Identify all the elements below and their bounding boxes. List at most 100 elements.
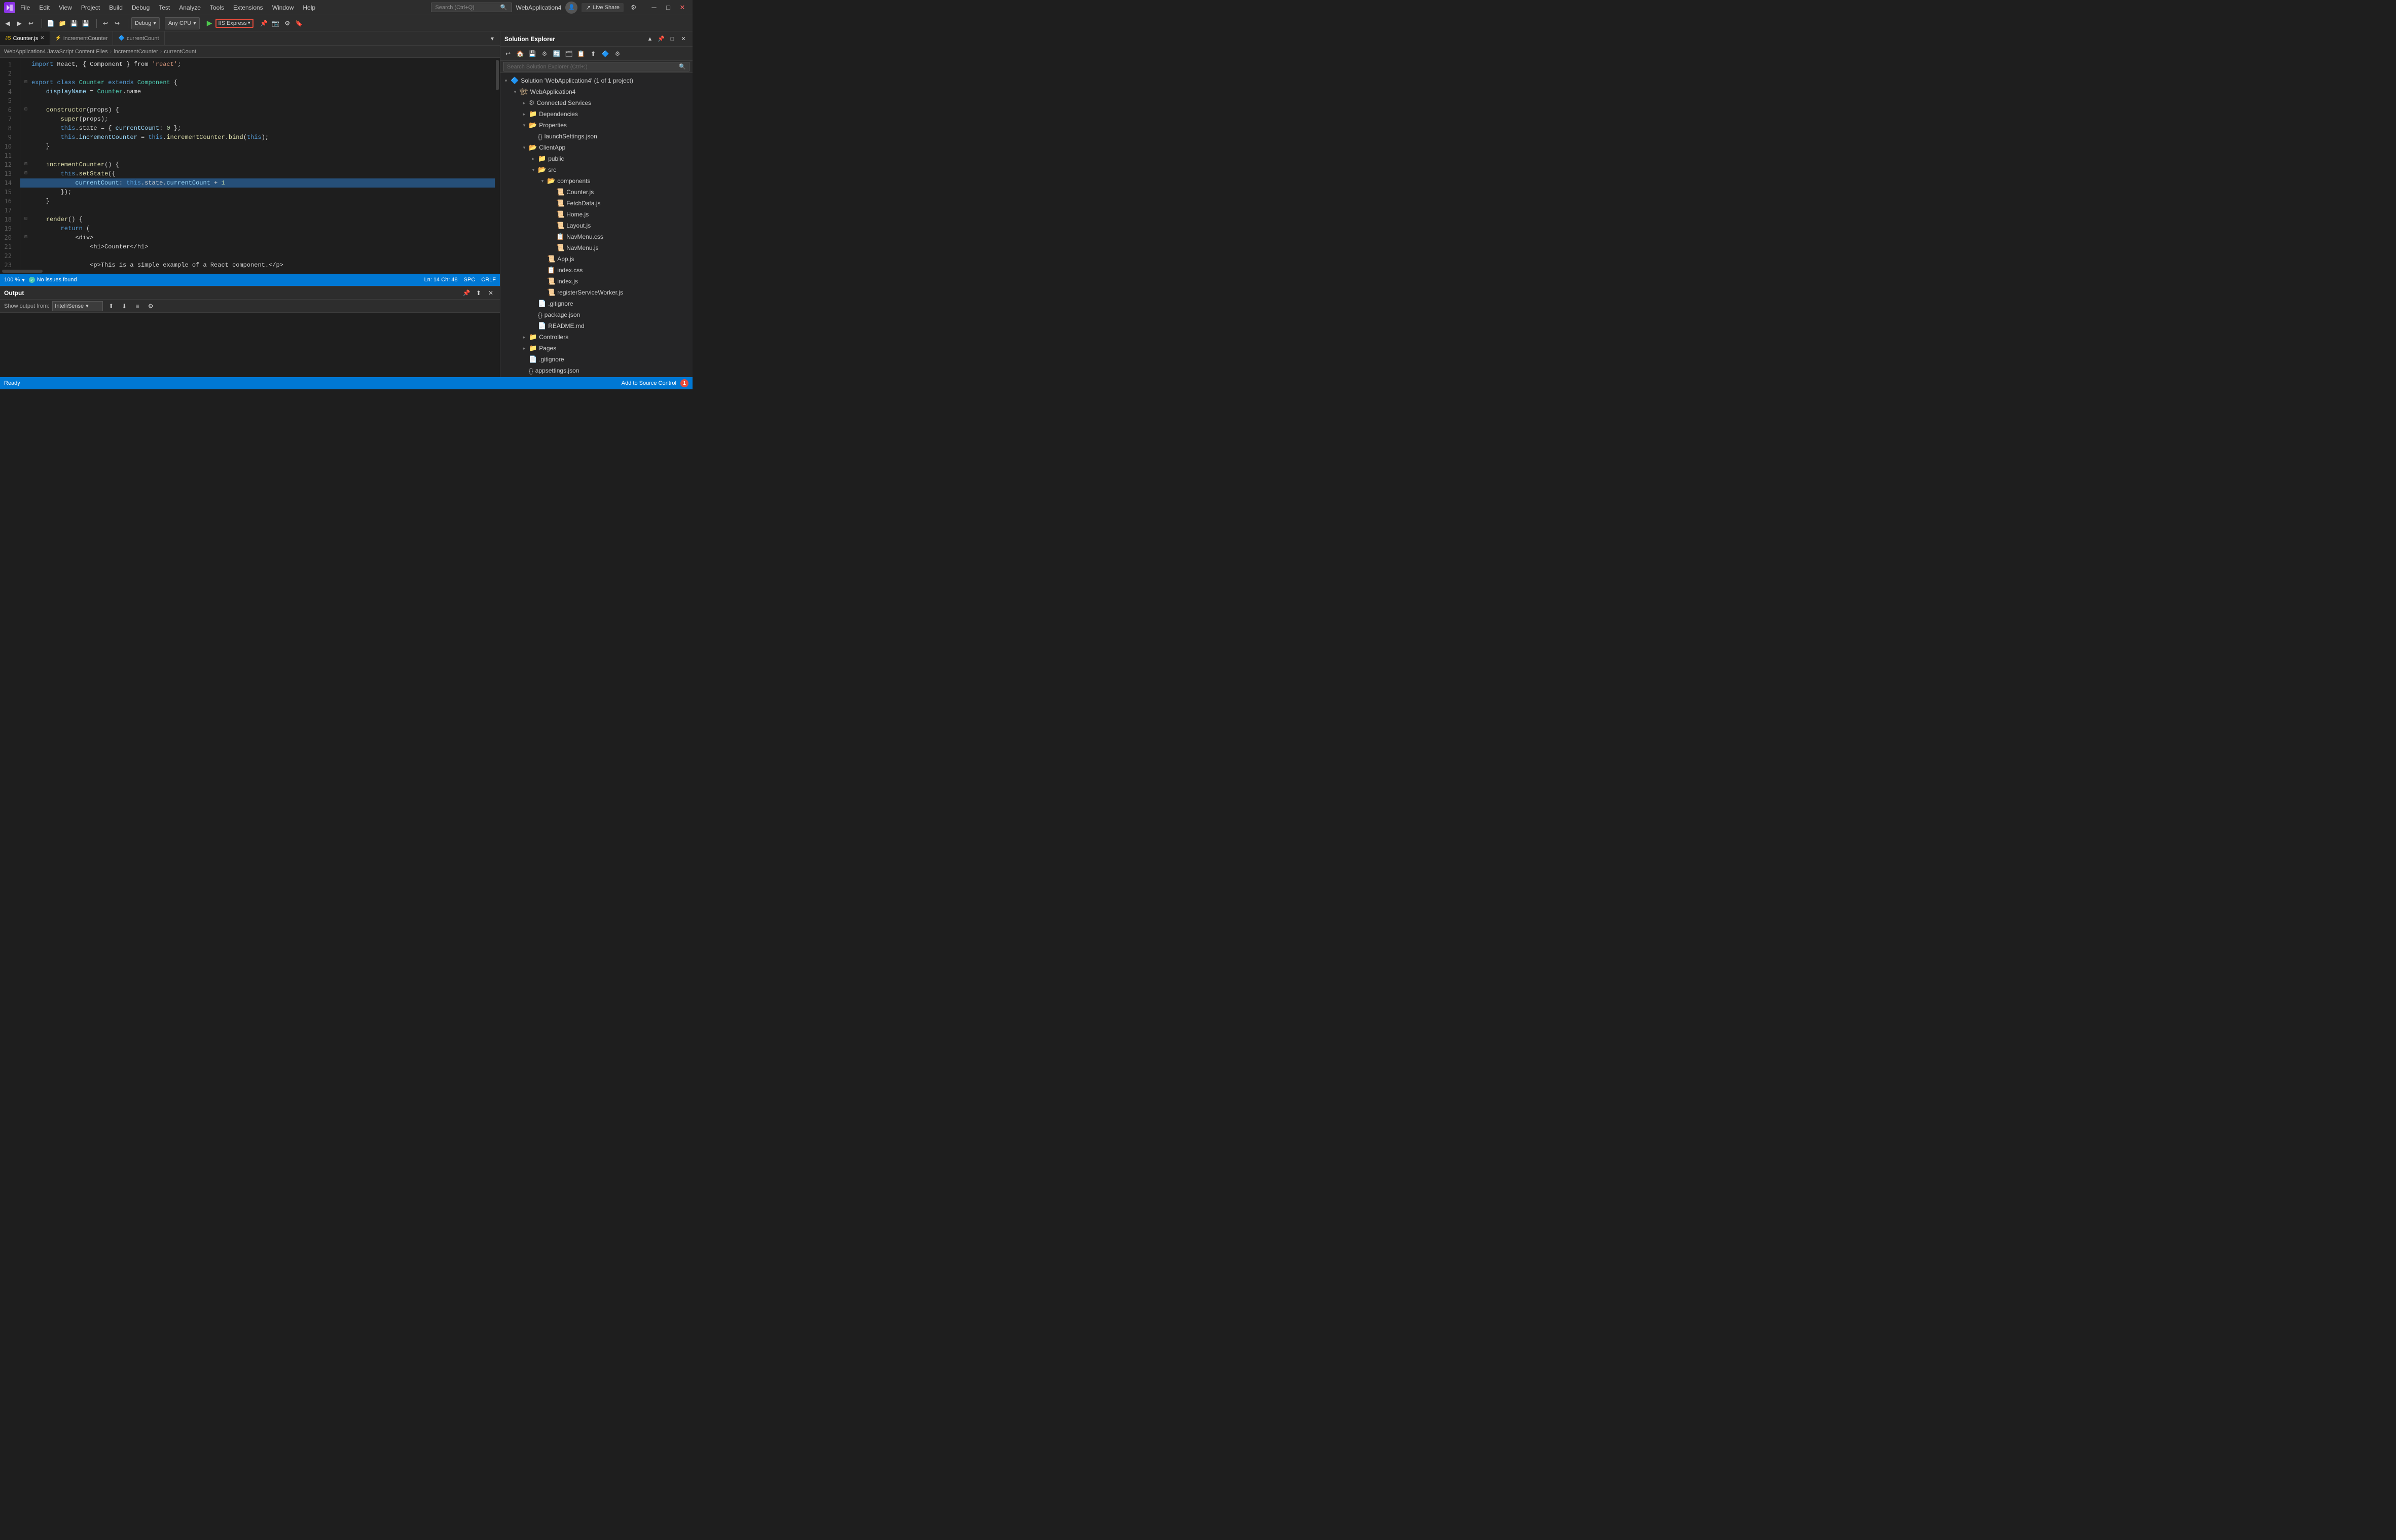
se-pin-button[interactable]: 📌 (656, 34, 666, 44)
tree-expand-icon[interactable]: ▾ (539, 177, 546, 185)
cursor-position[interactable]: Ln: 14 Ch: 48 (424, 277, 458, 283)
tree-expand-icon[interactable] (548, 200, 555, 207)
undo-btn[interactable]: ↩ (100, 18, 111, 29)
settings-icon[interactable]: ⚙ (628, 2, 640, 14)
fold-icon[interactable]: ⊟ (24, 78, 30, 87)
menu-help[interactable]: Help (299, 3, 319, 12)
se-tb-btn7[interactable]: 📋 (575, 48, 587, 59)
back-button[interactable]: ◀ (2, 18, 13, 29)
menu-view[interactable]: View (55, 3, 76, 12)
undo-button[interactable]: ↩ (25, 18, 37, 29)
notifications-icon[interactable]: 1 (680, 379, 688, 387)
tree-item-src[interactable]: ▾📂src (500, 164, 693, 175)
tree-expand-icon[interactable] (548, 233, 555, 240)
output-toolbar-btn1[interactable]: ⬆ (106, 301, 116, 311)
fold-icon[interactable]: ⊟ (24, 160, 30, 169)
tree-item-gitignore[interactable]: 📄.gitignore (500, 354, 693, 365)
screenshot-button[interactable]: 📷 (270, 18, 281, 29)
tree-item-launchsettings[interactable]: {}launchSettings.json (500, 131, 693, 142)
run-button[interactable]: ▶ (205, 18, 214, 28)
tree-expand-icon[interactable]: ▸ (521, 99, 528, 106)
se-maximize-button[interactable]: □ (667, 34, 677, 44)
fold-icon[interactable]: ⊟ (24, 105, 30, 115)
tree-item-registerserviceworker-js[interactable]: 📜registerServiceWorker.js (500, 287, 693, 298)
tree-item-index-css[interactable]: 📋index.css (500, 265, 693, 276)
tree-expand-icon[interactable]: ▾ (521, 144, 528, 151)
output-close-button[interactable]: ✕ (486, 288, 496, 298)
tree-expand-icon[interactable] (539, 278, 546, 285)
save-button[interactable]: 💾 (68, 18, 80, 29)
tree-expand-icon[interactable] (521, 367, 528, 374)
menu-test[interactable]: Test (155, 3, 174, 12)
tree-item-dependencies[interactable]: ▸📁Dependencies (500, 108, 693, 120)
output-source-dropdown[interactable]: IntelliSense ▾ (52, 301, 103, 311)
breadcrumb-item-3[interactable]: currentCount (164, 49, 196, 55)
tab-counter-js[interactable]: JS Counter.js ✕ (0, 31, 50, 46)
tree-expand-icon[interactable] (539, 267, 546, 274)
tree-item-controllers[interactable]: ▸📁Controllers (500, 332, 693, 343)
fold-icon[interactable]: ⊟ (24, 215, 30, 224)
scrollbar-thumb[interactable] (496, 60, 499, 90)
tab-increment-counter[interactable]: ⚡ incrementCounter (50, 31, 114, 46)
forward-button[interactable]: ▶ (14, 18, 25, 29)
tree-item-fetchdata-js[interactable]: 📜FetchData.js (500, 198, 693, 209)
menu-extensions[interactable]: Extensions (229, 3, 267, 12)
se-collapse-button[interactable]: ▲ (645, 34, 655, 44)
tree-expand-icon[interactable] (530, 133, 537, 140)
horizontal-scrollbar-thumb[interactable] (2, 270, 43, 273)
tree-expand-icon[interactable]: ▸ (521, 345, 528, 352)
tree-item-appsettings-json[interactable]: {}appsettings.json (500, 365, 693, 376)
tree-item-public[interactable]: ▸📁public (500, 153, 693, 164)
se-tb-btn1[interactable]: ↩ (502, 48, 514, 59)
tree-expand-icon[interactable] (548, 222, 555, 229)
tree-expand-icon[interactable] (530, 311, 537, 318)
tree-item-clientapp[interactable]: ▾📂ClientApp (500, 142, 693, 153)
se-search-input[interactable]: Search Solution Explorer (Ctrl+;) 🔍 (503, 62, 689, 71)
tree-expand-icon[interactable] (539, 289, 546, 296)
tree-expand-icon[interactable] (548, 189, 555, 196)
minimize-button[interactable]: ─ (648, 2, 660, 14)
tree-expand-icon[interactable]: ▸ (530, 155, 537, 162)
tree-item-navmenu-js[interactable]: 📜NavMenu.js (500, 242, 693, 253)
pin-button[interactable]: 📌 (259, 18, 270, 29)
horizontal-scrollbar[interactable] (0, 269, 500, 274)
se-close-button[interactable]: ✕ (678, 34, 688, 44)
tab-current-count[interactable]: 🔷 currentCount (113, 31, 164, 46)
tree-item-properties[interactable]: ▾📂Properties (500, 120, 693, 131)
menu-tools[interactable]: Tools (206, 3, 228, 12)
maximize-button[interactable]: □ (662, 2, 674, 14)
tree-item-app-js[interactable]: 📜App.js (500, 253, 693, 265)
code-editor[interactable]: import React, { Component } from 'react'… (20, 58, 495, 269)
fold-icon[interactable]: ⊟ (24, 233, 30, 242)
output-toolbar-btn2[interactable]: ⬇ (119, 301, 129, 311)
tree-expand-icon[interactable] (548, 244, 555, 251)
tree-expand-icon[interactable] (530, 322, 537, 329)
tab-close-icon[interactable]: ✕ (40, 35, 44, 41)
tree-expand-icon[interactable]: ▾ (502, 77, 510, 84)
tree-item-index-js[interactable]: 📜index.js (500, 276, 693, 287)
tree-item-package-json[interactable]: {}package.json (500, 309, 693, 320)
output-toolbar-btn4[interactable]: ⚙ (146, 301, 156, 311)
menu-debug[interactable]: Debug (128, 3, 154, 12)
se-tb-btn4[interactable]: ⚙ (539, 48, 550, 59)
bookmark-button[interactable]: 🔖 (294, 18, 305, 29)
tree-expand-icon[interactable]: ▾ (512, 88, 519, 95)
issues-indicator[interactable]: ✓ No issues found (29, 277, 77, 283)
tree-item-project[interactable]: ▾🏗WebApplication4 (500, 86, 693, 97)
tree-expand-icon[interactable]: ▾ (530, 166, 537, 173)
tree-item-home-js[interactable]: 📜Home.js (500, 209, 693, 220)
tree-item-components[interactable]: ▾📂components (500, 175, 693, 187)
se-tb-btn9[interactable]: 🔷 (600, 48, 611, 59)
output-pin-button[interactable]: 📌 (461, 288, 471, 298)
tree-item-pages[interactable]: ▸📁Pages (500, 343, 693, 354)
se-tb-btn6[interactable]: 🗂 (563, 48, 574, 59)
menu-file[interactable]: File (16, 3, 34, 12)
close-button[interactable]: ✕ (676, 2, 688, 14)
menu-window[interactable]: Window (268, 3, 298, 12)
save-all-button[interactable]: 💾 (80, 18, 91, 29)
tree-expand-icon[interactable] (521, 356, 528, 363)
tree-item-navmenu-css[interactable]: 📋NavMenu.css (500, 231, 693, 242)
breadcrumb-item-1[interactable]: WebApplication4 JavaScript Content Files (4, 49, 108, 55)
menu-project[interactable]: Project (77, 3, 104, 12)
tree-expand-icon[interactable]: ▸ (521, 334, 528, 341)
